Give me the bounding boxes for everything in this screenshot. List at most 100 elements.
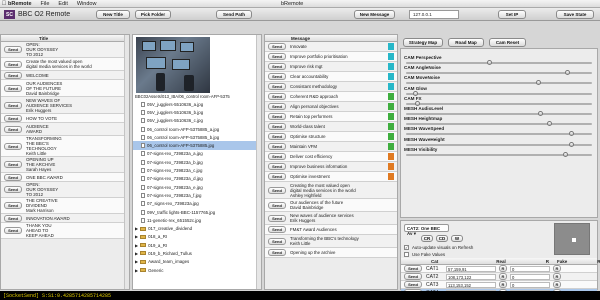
send-message-button[interactable]: Send bbox=[268, 214, 286, 222]
send-message-button[interactable]: Send bbox=[268, 73, 286, 80]
menu-edit[interactable]: Edit bbox=[58, 1, 67, 7]
w-button[interactable]: W bbox=[451, 235, 463, 242]
folder-item[interactable]: ▶ 017_creative_dividend bbox=[133, 224, 261, 232]
send-title-button[interactable]: Send bbox=[4, 202, 22, 209]
disclosure-triangle-icon[interactable]: ▶ bbox=[135, 268, 138, 273]
disclosure-triangle-icon[interactable]: ▶ bbox=[135, 251, 138, 256]
category-real-r-button[interactable]: R bbox=[499, 273, 507, 280]
file-item[interactable]: 05V_jugglers-5510636_a.jpg bbox=[133, 100, 261, 108]
strategy-map-button[interactable]: Strategy Map bbox=[403, 38, 443, 47]
send-message-button[interactable]: Send bbox=[268, 123, 286, 130]
send-title-button[interactable]: Send bbox=[4, 125, 22, 133]
send-title-button[interactable]: Send bbox=[4, 214, 22, 222]
send-message-button[interactable]: Send bbox=[268, 163, 286, 170]
slider-track[interactable] bbox=[406, 121, 592, 127]
files-scrollbar[interactable] bbox=[256, 35, 261, 289]
send-message-button[interactable]: Send bbox=[268, 249, 286, 256]
send-message-button[interactable]: Send bbox=[268, 43, 286, 50]
send-title-button[interactable]: Send bbox=[4, 46, 22, 53]
category-select[interactable]: CAT2: One BBC Av ▾ bbox=[404, 224, 449, 236]
category-real-r-button[interactable]: R bbox=[499, 281, 507, 288]
cam-reset-button[interactable]: Cam Reset bbox=[489, 38, 526, 47]
road-map-button[interactable]: Road Map bbox=[448, 38, 484, 47]
category-real-field[interactable]: 113,153,152 bbox=[446, 281, 496, 288]
send-message-button[interactable]: Send bbox=[268, 143, 286, 150]
category-fake-r-button[interactable]: R bbox=[553, 281, 561, 288]
send-message-button[interactable]: Send bbox=[268, 201, 286, 209]
category-real-r-button[interactable]: R bbox=[499, 265, 507, 272]
menu-file[interactable]: File bbox=[41, 1, 50, 7]
use-fake-checkbox[interactable] bbox=[404, 252, 409, 257]
send-title-button[interactable]: Send bbox=[4, 84, 22, 92]
send-title-button[interactable]: Send bbox=[4, 71, 22, 79]
slider-track[interactable] bbox=[406, 111, 592, 116]
slider-track[interactable] bbox=[406, 90, 592, 96]
apple-icon[interactable]:  bbox=[0, 1, 8, 7]
new-message-button[interactable]: New Message bbox=[354, 10, 395, 19]
send-category-button[interactable]: Send bbox=[404, 281, 422, 288]
folder-item[interactable]: ▶ 018_a_RI bbox=[133, 233, 261, 241]
disclosure-triangle-icon[interactable]: ▶ bbox=[135, 243, 138, 248]
send-title-button[interactable]: Send bbox=[4, 101, 22, 109]
slider-knob[interactable] bbox=[563, 151, 569, 157]
file-item[interactable]: 07-signs-rex_739823a_a.jpg bbox=[133, 150, 261, 158]
file-item[interactable]: 07-signs-rex_739823a_f.jpg bbox=[133, 191, 261, 199]
slider-track[interactable] bbox=[406, 100, 592, 106]
save-state-button[interactable]: Save State bbox=[556, 10, 594, 19]
disclosure-triangle-icon[interactable]: ▶ bbox=[135, 259, 138, 264]
send-category-button[interactable]: Send bbox=[404, 265, 422, 272]
send-title-button[interactable]: Send bbox=[4, 161, 22, 168]
slider-track[interactable] bbox=[406, 70, 592, 76]
send-title-button[interactable]: Send bbox=[4, 142, 22, 150]
folder-item[interactable]: ▶ 019_b_Richard_Tullus bbox=[133, 249, 261, 257]
send-message-button[interactable]: Send bbox=[268, 83, 286, 90]
pick-folder-button[interactable]: Pick Folder bbox=[135, 10, 171, 19]
folder-item[interactable]: ▶ Award_team_images bbox=[133, 258, 261, 266]
category-fake-r-button[interactable]: R bbox=[553, 273, 561, 280]
category-real-field[interactable]: 57,159,91 bbox=[446, 265, 496, 272]
category-fake-field[interactable]: 0 bbox=[510, 265, 550, 272]
send-title-button[interactable]: Send bbox=[4, 114, 22, 122]
category-fake-r-button[interactable]: R bbox=[553, 265, 561, 272]
file-item[interactable]: 07-signs-rex_739823a_d.jpg bbox=[133, 175, 261, 183]
new-title-button[interactable]: New Title bbox=[96, 10, 130, 19]
folder-item[interactable]: ▶ 019_a_RI bbox=[133, 241, 261, 249]
slider-track[interactable] bbox=[406, 60, 592, 65]
slider-track[interactable] bbox=[406, 131, 592, 137]
file-item[interactable]: 07_signs-rex_739823a.jpg bbox=[133, 200, 261, 208]
category-real-field[interactable]: 108,173,122 bbox=[446, 273, 496, 280]
send-message-button[interactable]: Send bbox=[268, 103, 286, 110]
folder-item[interactable]: ▶ Generic bbox=[133, 266, 261, 274]
send-message-button[interactable]: Send bbox=[268, 93, 286, 100]
slider-track[interactable] bbox=[406, 141, 592, 147]
send-title-button[interactable]: Send bbox=[4, 227, 22, 234]
disclosure-triangle-icon[interactable]: ▶ bbox=[135, 234, 138, 239]
menu-window[interactable]: Window bbox=[77, 1, 97, 7]
disclosure-triangle-icon[interactable]: ▶ bbox=[135, 226, 138, 231]
cr-button[interactable]: CR bbox=[421, 235, 433, 242]
set-ip-button[interactable]: Set IP bbox=[498, 10, 526, 19]
auto-update-checkbox[interactable]: ✓ bbox=[404, 245, 409, 250]
send-message-button[interactable]: Send bbox=[268, 113, 286, 120]
send-message-button[interactable]: Send bbox=[268, 226, 286, 233]
file-item[interactable]: 05V_jugglers-5510636_b.jpg bbox=[133, 108, 261, 116]
ip-input[interactable]: 127.0.0.1 bbox=[409, 10, 459, 19]
send-message-button[interactable]: Send bbox=[268, 186, 286, 194]
file-item[interactable]: 06_control room-AFP-5375885.jpg bbox=[133, 141, 261, 150]
send-message-button[interactable]: Send bbox=[268, 53, 286, 60]
send-message-button[interactable]: Send bbox=[268, 153, 286, 160]
slider-track[interactable] bbox=[406, 80, 592, 86]
cd-button[interactable]: CD bbox=[436, 235, 448, 242]
xy-pad[interactable] bbox=[554, 223, 590, 255]
file-item[interactable]: 06_control room-AFP-5375885_b.jpg bbox=[133, 133, 261, 141]
slider-track[interactable] bbox=[406, 151, 592, 157]
send-message-button[interactable]: Send bbox=[268, 173, 286, 180]
category-fake-field[interactable]: 0 bbox=[510, 273, 550, 280]
file-item[interactable]: 11-genetic-rex_651552c.jpg bbox=[133, 216, 261, 224]
file-item[interactable]: 07-signs-rex_739823a_e.jpg bbox=[133, 183, 261, 191]
xy-pad-handle[interactable] bbox=[572, 238, 576, 242]
file-item[interactable]: 09V_traffic lights-BBC-1157765.jpg bbox=[133, 208, 261, 216]
send-message-button[interactable]: Send bbox=[268, 133, 286, 140]
file-item[interactable]: 07-signs-rex_739823a_c.jpg bbox=[133, 166, 261, 174]
send-message-button[interactable]: Send bbox=[268, 63, 286, 70]
